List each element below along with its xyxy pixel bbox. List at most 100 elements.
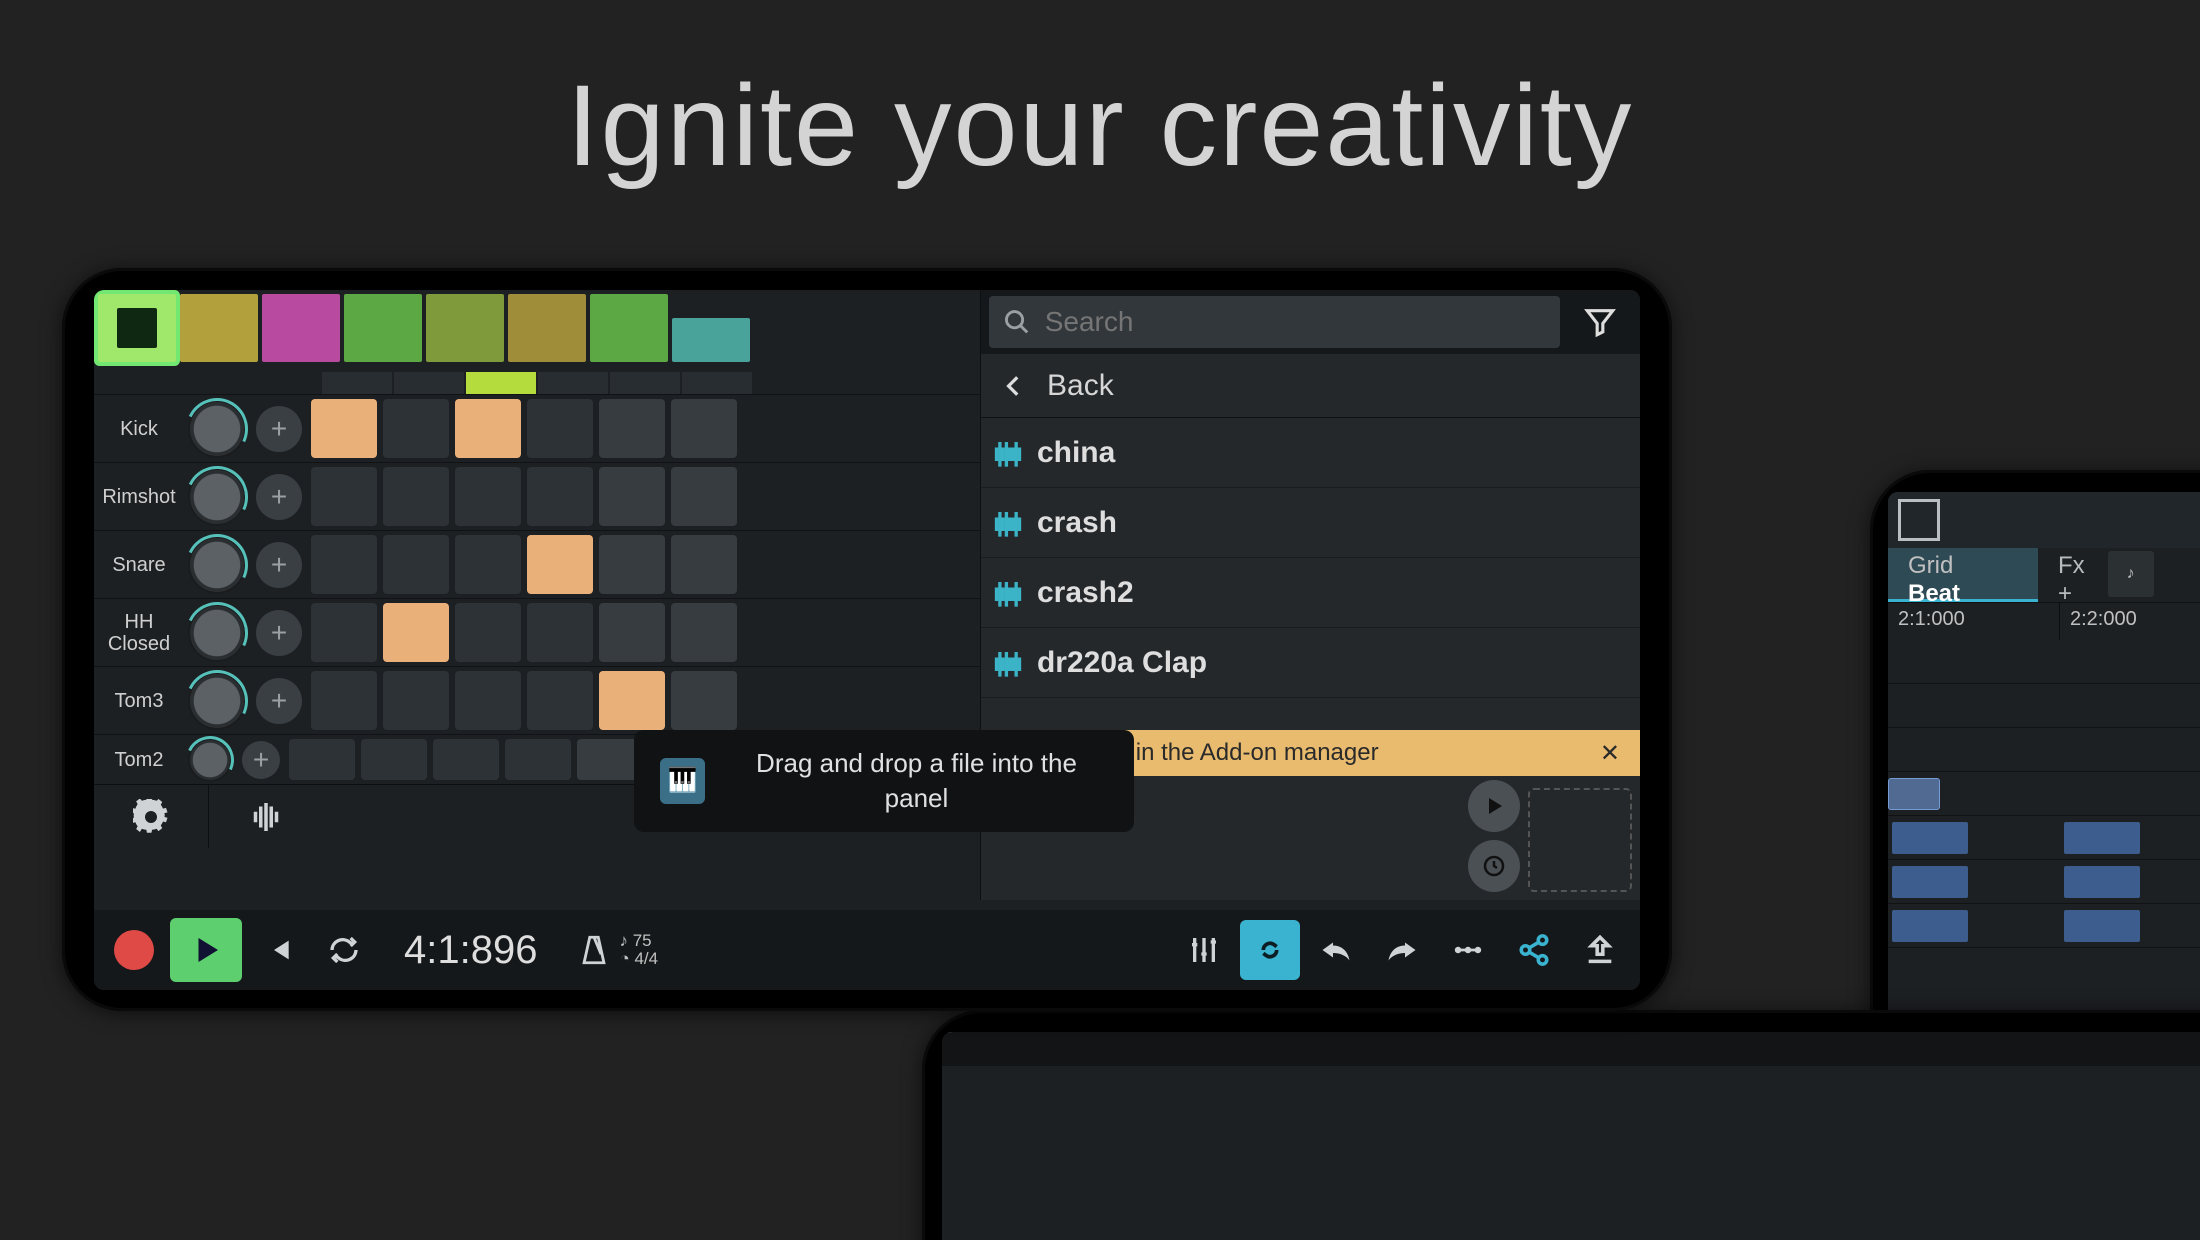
filter-button[interactable] (1560, 305, 1640, 339)
track-label[interactable]: HH Closed (94, 599, 184, 666)
share-button[interactable] (1504, 920, 1564, 980)
volume-knob[interactable] (190, 402, 244, 456)
drop-target[interactable] (1528, 788, 1632, 892)
preview-play-button[interactable] (1468, 780, 1520, 832)
step-cell[interactable] (671, 603, 737, 662)
step-cell[interactable] (527, 671, 593, 730)
step-cell[interactable] (599, 603, 665, 662)
mixer-button[interactable] (1174, 920, 1234, 980)
sync-button[interactable] (1240, 920, 1300, 980)
volume-knob[interactable] (190, 470, 244, 524)
add-button[interactable]: + (256, 542, 302, 588)
track-label[interactable]: Kick (94, 395, 184, 462)
export-button[interactable] (1570, 920, 1630, 980)
sample-item[interactable]: ı|ı|ıı|ı crash (981, 488, 1640, 558)
step-cell[interactable] (383, 603, 449, 662)
step-cell[interactable] (599, 671, 665, 730)
step-cell[interactable] (527, 467, 593, 526)
volume-knob[interactable] (190, 606, 244, 660)
step-cell[interactable] (311, 671, 377, 730)
view-selector-icon[interactable] (1898, 499, 1940, 541)
step-cell[interactable] (527, 603, 593, 662)
step-cell[interactable] (599, 399, 665, 458)
step-cell[interactable] (311, 535, 377, 594)
color-swatch[interactable] (180, 294, 258, 362)
volume-knob[interactable] (190, 674, 244, 728)
color-swatch[interactable] (508, 294, 586, 362)
sample-item[interactable]: ı|ı|ıı|ı crash2 (981, 558, 1640, 628)
back-button[interactable]: Back (981, 354, 1640, 418)
step-cell[interactable] (311, 467, 377, 526)
color-swatch[interactable] (344, 294, 422, 362)
volume-knob[interactable] (190, 538, 244, 592)
clip[interactable] (2064, 910, 2140, 942)
tab-fx[interactable]: Fx + (2038, 548, 2105, 602)
note-tool-button[interactable]: ♪ (2108, 551, 2154, 597)
track-label[interactable]: Tom3 (94, 667, 184, 734)
track-label[interactable]: Snare (94, 531, 184, 598)
color-swatch[interactable] (590, 294, 668, 362)
timecode-display[interactable]: 4:1:896 (380, 928, 561, 973)
waveform-button[interactable] (208, 785, 322, 848)
clip-lane[interactable] (1888, 684, 2200, 728)
add-button[interactable]: + (256, 474, 302, 520)
step-cell[interactable] (671, 671, 737, 730)
step-cell[interactable] (289, 739, 355, 780)
settings-button[interactable] (94, 785, 208, 848)
add-button[interactable]: + (256, 678, 302, 724)
step-cell[interactable] (527, 399, 593, 458)
time-ruler[interactable]: 2:1:000 2:2:000 2:3:0 (1888, 602, 2200, 640)
step-cell[interactable] (599, 467, 665, 526)
search-input[interactable] (1045, 306, 1546, 338)
loop-button[interactable] (314, 920, 374, 980)
tab-grid[interactable]: Grid Beat (1888, 548, 2038, 602)
clip-lane[interactable] (1888, 772, 2200, 816)
clip-lane[interactable] (1888, 816, 2200, 860)
clip[interactable] (1888, 778, 1940, 810)
add-button[interactable]: + (256, 610, 302, 656)
preview-history-button[interactable] (1468, 840, 1520, 892)
close-icon[interactable]: ✕ (1592, 739, 1628, 768)
step-cell[interactable] (671, 467, 737, 526)
undo-button[interactable] (1306, 920, 1366, 980)
step-cell[interactable] (433, 739, 499, 780)
color-swatch[interactable] (672, 318, 750, 362)
step-cell[interactable] (383, 399, 449, 458)
step-cell[interactable] (361, 739, 427, 780)
sample-item[interactable]: ı|ı|ıı|ı dr220a Clap (981, 628, 1640, 698)
add-button[interactable]: + (256, 406, 302, 452)
step-cell[interactable] (505, 739, 571, 780)
metronome-display[interactable]: ♪ 75 ◔ 4/4 (567, 932, 668, 968)
step-cell[interactable] (383, 535, 449, 594)
step-cell[interactable] (455, 467, 521, 526)
step-cell[interactable] (311, 603, 377, 662)
rewind-button[interactable] (248, 920, 308, 980)
step-cell[interactable] (383, 671, 449, 730)
step-cell[interactable] (455, 399, 521, 458)
step-cell[interactable] (527, 535, 593, 594)
step-cell[interactable] (455, 535, 521, 594)
add-button[interactable]: + (242, 741, 280, 779)
step-cell[interactable] (671, 535, 737, 594)
clip[interactable] (2064, 866, 2140, 898)
color-swatch[interactable] (262, 294, 340, 362)
play-button[interactable] (170, 918, 242, 982)
record-button[interactable] (104, 920, 164, 980)
sample-item[interactable]: ı|ı|ıı|ı china (981, 418, 1640, 488)
step-cell[interactable] (311, 399, 377, 458)
track-label[interactable]: Tom2 (94, 735, 184, 784)
step-cell[interactable] (455, 671, 521, 730)
clip[interactable] (1892, 866, 1968, 898)
clip-lane[interactable] (1888, 904, 2200, 948)
clip-lane[interactable] (1888, 860, 2200, 904)
track-label[interactable]: Rimshot (94, 463, 184, 530)
clip[interactable] (1892, 910, 1968, 942)
clip[interactable] (1892, 822, 1968, 854)
clip-lane[interactable] (1888, 640, 2200, 684)
stretch-button[interactable] (1438, 920, 1498, 980)
volume-knob[interactable] (190, 740, 230, 780)
search-box[interactable] (989, 296, 1560, 348)
step-cell[interactable] (671, 399, 737, 458)
color-swatch[interactable] (98, 294, 176, 362)
redo-button[interactable] (1372, 920, 1432, 980)
